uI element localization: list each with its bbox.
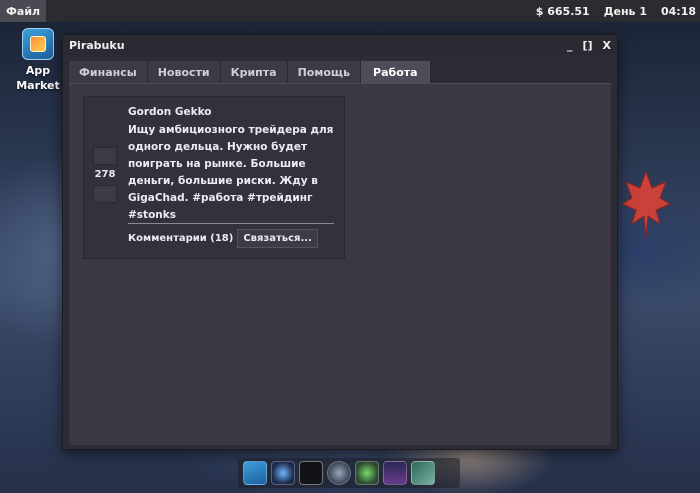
stock-chart-icon[interactable] bbox=[383, 461, 407, 485]
trading-icon[interactable] bbox=[411, 461, 435, 485]
app-market-label-line2: Market bbox=[16, 79, 60, 92]
contact-button[interactable]: Связаться... bbox=[237, 229, 318, 248]
minimize-button[interactable]: _ bbox=[567, 39, 573, 52]
job-post-card: 278 Gordon Gekko Ищу амбициозного трейде… bbox=[83, 96, 345, 259]
clock-display: 04:18 bbox=[660, 4, 696, 18]
maximize-button[interactable]: [] bbox=[582, 39, 592, 52]
close-button[interactable]: X bbox=[603, 39, 611, 52]
tab-work[interactable]: Работа bbox=[361, 61, 431, 84]
pirabuku-window: Pirabuku _ [] X Финансы Новости Крипта П… bbox=[62, 34, 618, 450]
day-display: День 1 bbox=[603, 4, 647, 18]
chat-icon[interactable] bbox=[355, 461, 379, 485]
balance-display: $ 665.51 bbox=[535, 4, 590, 18]
post-author: Gordon Gekko bbox=[128, 106, 212, 118]
status-area: $ 665.51 День 1 04:18 bbox=[536, 5, 700, 18]
post-divider bbox=[128, 223, 334, 224]
terminal-icon[interactable] bbox=[299, 461, 323, 485]
desktop-app-market[interactable]: App Market bbox=[14, 28, 62, 93]
tab-news[interactable]: Новости bbox=[147, 61, 221, 83]
tab-content-work: 278 Gordon Gekko Ищу амбициозного трейде… bbox=[69, 83, 611, 445]
window-titlebar[interactable]: Pirabuku _ [] X bbox=[63, 35, 617, 55]
vote-count: 278 bbox=[94, 169, 116, 180]
vote-column: 278 bbox=[92, 147, 118, 203]
shopping-bag-icon bbox=[22, 28, 54, 60]
file-menu[interactable]: Файл bbox=[0, 0, 47, 22]
top-menu-bar: Файл $ 665.51 День 1 04:18 bbox=[0, 0, 700, 22]
tab-crypto[interactable]: Крипта bbox=[220, 61, 288, 83]
maple-leaf-decoration bbox=[620, 170, 672, 239]
window-controls: _ [] X bbox=[567, 39, 611, 52]
comments-link[interactable]: Комментарии (18) bbox=[128, 233, 233, 244]
app-market-label-line1: App bbox=[25, 64, 51, 77]
settings-icon[interactable] bbox=[327, 461, 351, 485]
window-title: Pirabuku bbox=[69, 38, 125, 52]
post-text: Ищу амбициозного трейдера для одного дел… bbox=[128, 124, 334, 221]
downvote-button[interactable] bbox=[93, 185, 117, 203]
post-body: Gordon Gekko Ищу амбициозного трейдера д… bbox=[128, 104, 338, 224]
network-icon[interactable] bbox=[271, 461, 295, 485]
upvote-button[interactable] bbox=[93, 147, 117, 165]
post-footer: Комментарии (18) Связаться... bbox=[128, 229, 318, 248]
tab-bar: Финансы Новости Крипта Помощь Работа bbox=[69, 61, 431, 84]
taskbar-dock bbox=[238, 458, 460, 488]
app-market-icon[interactable] bbox=[243, 461, 267, 485]
tab-finance[interactable]: Финансы bbox=[69, 61, 148, 83]
tab-help[interactable]: Помощь bbox=[287, 61, 362, 83]
